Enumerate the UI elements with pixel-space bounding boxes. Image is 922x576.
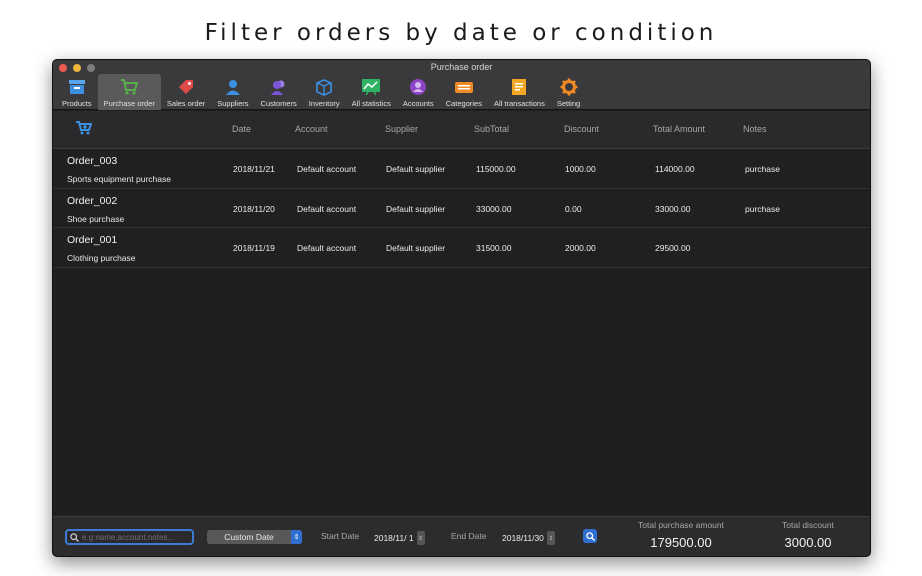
order-name: Order_002 <box>67 194 118 207</box>
start-date-field[interactable]: 2018/11/ 1 ⇕ <box>374 530 425 546</box>
toolbar-label: All transactions <box>493 99 545 108</box>
end-date-field[interactable]: 2018/11/30 ⇕ <box>502 530 555 546</box>
orders-table: Order_003 Sports equipment purchase 2018… <box>53 149 870 268</box>
toolbar-label: Suppliers <box>217 99 249 108</box>
order-total: 29500.00 <box>655 243 691 253</box>
transactions-icon <box>509 77 529 97</box>
gear-icon <box>559 77 579 97</box>
total-discount-label: Total discount <box>782 520 834 530</box>
end-date-value: 2018/11/30 <box>502 533 544 543</box>
order-account: Default account <box>297 243 357 253</box>
statistics-chart-icon <box>361 77 381 97</box>
inventory-box-icon <box>314 77 334 97</box>
purchase-cart-icon <box>119 77 139 97</box>
date-filter-value: Custom Date <box>224 532 274 542</box>
filter-bar: e.g:name,account,notes... Custom Date ⇕ … <box>53 516 870 556</box>
order-notes: purchase <box>745 164 780 174</box>
toolbar-label: Setting <box>556 99 581 108</box>
toolbar-all-statistics[interactable]: All statistics <box>346 74 397 110</box>
toolbar-inventory[interactable]: Inventory <box>303 74 346 110</box>
order-discount: 2000.00 <box>565 243 596 253</box>
page-caption: Filter orders by date or condition <box>204 20 718 46</box>
order-discount: 1000.00 <box>565 164 596 174</box>
column-header-subtotal[interactable]: SubTotal <box>474 124 509 134</box>
order-supplier: Default supplier <box>386 203 446 214</box>
table-row[interactable]: Order_002 Shoe purchase 2018/11/20 Defau… <box>53 188 870 228</box>
toolbar-purchase-order[interactable]: Purchase order <box>97 74 161 110</box>
window-title: Purchase order <box>430 62 493 72</box>
order-total: 114000.00 <box>655 164 695 174</box>
table-row[interactable]: Order_003 Sports equipment purchase 2018… <box>53 149 870 189</box>
order-account: Default account <box>297 164 357 174</box>
toolbar-label: Inventory <box>308 99 340 108</box>
order-subtotal: 33000.00 <box>476 203 512 214</box>
search-input[interactable]: e.g:name,account,notes... <box>65 529 194 545</box>
search-button[interactable] <box>583 529 597 543</box>
toolbar-customers[interactable]: Customers <box>255 74 303 110</box>
categories-icon <box>454 77 474 97</box>
order-total: 33000.00 <box>655 203 691 214</box>
column-header-discount[interactable]: Discount <box>564 124 599 134</box>
order-account: Default account <box>297 203 357 214</box>
start-date-stepper[interactable]: ⇕ <box>416 531 425 545</box>
chevron-updown-icon: ⇕ <box>291 530 302 544</box>
toolbar-setting[interactable]: Setting <box>551 74 586 110</box>
search-placeholder: e.g:name,account,notes... <box>82 532 175 542</box>
products-icon <box>67 77 87 97</box>
toolbar-label: Products <box>62 99 92 108</box>
order-subtotal: 31500.00 <box>476 243 512 253</box>
order-date: 2018/11/20 <box>233 203 275 214</box>
order-name: Order_001 <box>67 234 118 246</box>
column-header-supplier[interactable]: Supplier <box>385 124 418 134</box>
order-name: Order_003 <box>67 155 118 167</box>
start-date-value: 2018/11/ 1 <box>374 533 414 543</box>
toolbar-sales-order[interactable]: Sales order <box>161 74 211 110</box>
toolbar-suppliers[interactable]: Suppliers <box>211 74 254 110</box>
end-date-stepper[interactable]: ⇕ <box>546 531 555 545</box>
column-header-date[interactable]: Date <box>232 124 251 134</box>
column-header-account[interactable]: Account <box>295 124 328 134</box>
table-row[interactable]: Order_001 Clothing purchase 2018/11/19 D… <box>53 228 870 268</box>
toolbar-label: Categories <box>445 99 482 108</box>
total-purchase-label: Total purchase amount <box>638 520 724 530</box>
add-order-cart-icon[interactable] <box>75 120 93 140</box>
toolbar-accounts[interactable]: Accounts <box>397 74 440 110</box>
order-supplier: Default supplier <box>386 164 446 174</box>
column-header-notes[interactable]: Notes <box>743 124 767 134</box>
toolbar-label: Sales order <box>166 99 206 108</box>
title-bar: Purchase order Products Purchase order S… <box>53 60 870 110</box>
table-header: Date Account Supplier SubTotal Discount … <box>53 111 870 149</box>
order-date: 2018/11/19 <box>233 243 275 253</box>
order-supplier: Default supplier <box>386 243 446 253</box>
search-icon <box>585 531 595 541</box>
toolbar-label: Customers <box>260 99 297 108</box>
toolbar-products[interactable]: Products <box>56 74 98 110</box>
order-description: Shoe purchase <box>67 213 125 224</box>
toolbar-label: Purchase order <box>103 99 155 108</box>
customers-icon <box>269 77 289 97</box>
total-purchase-value: 179500.00 <box>650 535 712 550</box>
order-date: 2018/11/21 <box>233 164 275 174</box>
search-icon <box>70 532 79 542</box>
app-window: Purchase order Products Purchase order S… <box>52 59 871 557</box>
toolbar-all-transactions[interactable]: All transactions <box>488 74 551 110</box>
toolbar-label: Accounts <box>402 99 434 108</box>
order-description: Clothing purchase <box>67 253 136 263</box>
column-header-total-amount[interactable]: Total Amount <box>653 124 705 134</box>
end-date-label: End Date <box>451 531 487 541</box>
order-description: Sports equipment purchase <box>67 174 171 184</box>
order-subtotal: 115000.00 <box>476 164 516 174</box>
order-notes: purchase <box>745 203 780 214</box>
sales-tag-icon <box>176 77 196 97</box>
start-date-label: Start Date <box>321 531 360 541</box>
toolbar-categories[interactable]: Categories <box>440 74 488 110</box>
accounts-icon <box>408 77 428 97</box>
total-discount-value: 3000.00 <box>784 535 832 550</box>
main-toolbar: Products Purchase order Sales order Supp… <box>56 74 586 110</box>
order-discount: 0.00 <box>565 203 582 214</box>
date-filter-select[interactable]: Custom Date ⇕ <box>207 530 302 544</box>
supplier-person-icon <box>223 77 243 97</box>
toolbar-label: All statistics <box>351 99 391 108</box>
